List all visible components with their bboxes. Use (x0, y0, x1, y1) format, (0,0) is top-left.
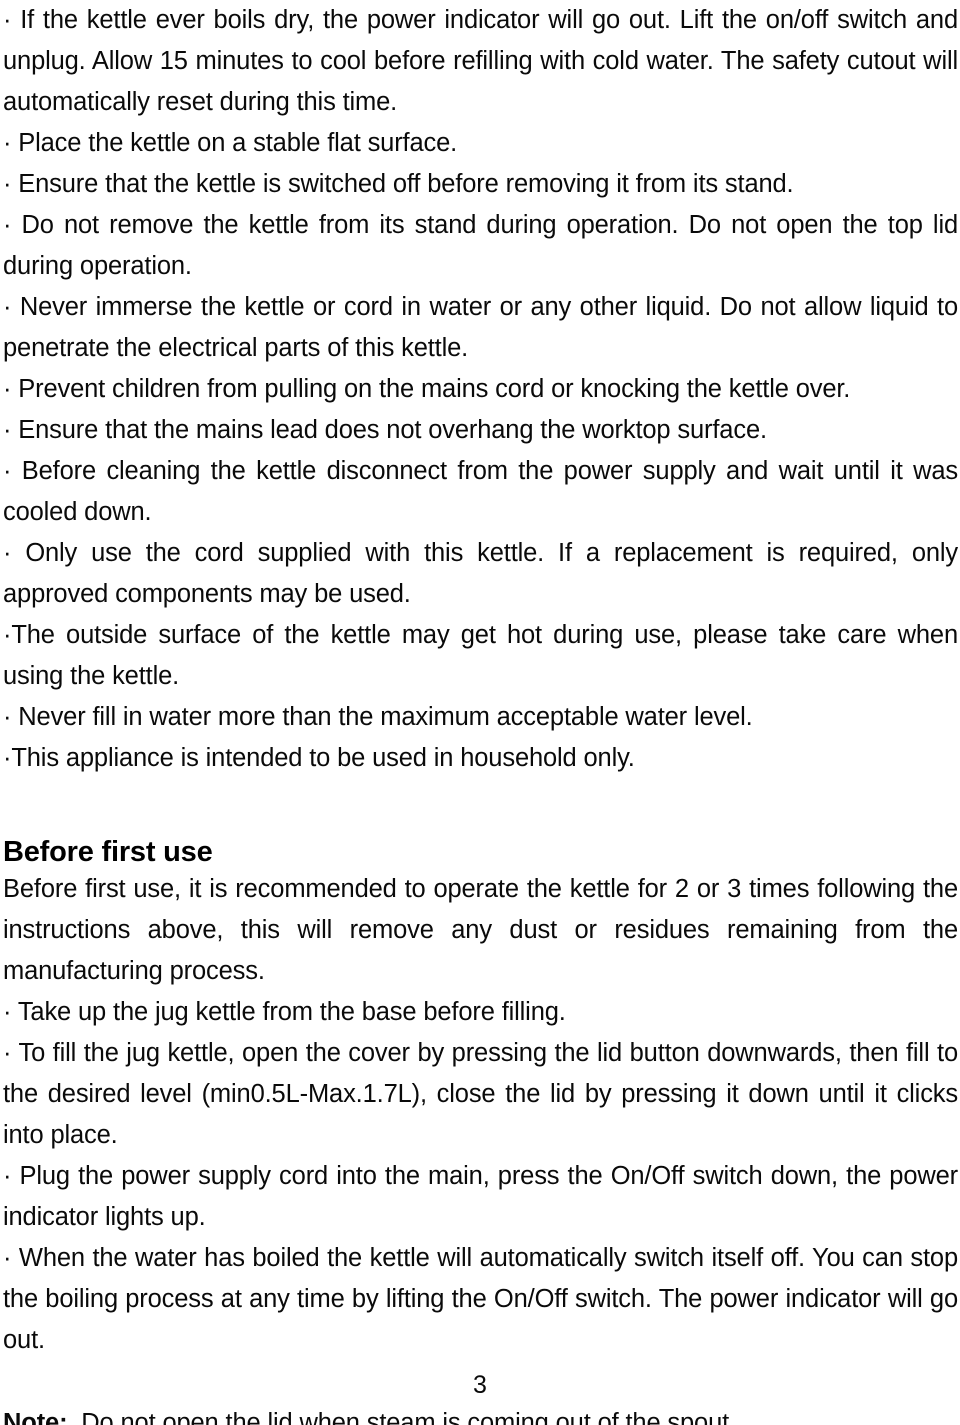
bullet-icon: · (3, 703, 19, 731)
list-item: · Never fill in water more than the maxi… (3, 697, 958, 738)
before-first-use-list: · Take up the jug kettle from the base b… (3, 992, 958, 1361)
list-item: · Prevent children from pulling on the m… (3, 369, 958, 410)
list-item: · Take up the jug kettle from the base b… (3, 992, 958, 1033)
list-item-text: Take up the jug kettle from the base bef… (17, 998, 566, 1026)
list-item-text: If the kettle ever boils dry, the power … (3, 6, 958, 116)
section-intro-paragraph: Before first use, it is recommended to o… (3, 875, 958, 985)
section-heading: Before first use (3, 836, 213, 868)
bullet-icon: · (3, 375, 19, 403)
bullet-icon: · (3, 170, 19, 198)
page-content: · If the kettle ever boils dry, the powe… (3, 0, 958, 1425)
bullet-icon: · (3, 293, 20, 321)
list-item-text: To fill the jug kettle, open the cover b… (3, 1039, 958, 1149)
document-page: · If the kettle ever boils dry, the powe… (0, 0, 960, 1425)
bullet-icon: · (3, 211, 22, 239)
bullet-icon: · (3, 416, 19, 444)
list-item-text: When the water has boiled the kettle wil… (3, 1244, 958, 1354)
bullet-icon: · (3, 6, 21, 34)
note-text: Do not open the lid when steam is coming… (81, 1409, 736, 1425)
list-item-text: Ensure that the mains lead does not over… (18, 416, 767, 444)
list-item: ·This appliance is intended to be used i… (3, 738, 958, 779)
bullet-icon: · (3, 1162, 20, 1190)
list-item-text: Do not remove the kettle from its stand … (3, 211, 958, 280)
list-item: · Ensure that the kettle is switched off… (3, 164, 958, 205)
list-item: · Plug the power supply cord into the ma… (3, 1156, 958, 1238)
list-item-text: This appliance is intended to be used in… (11, 744, 635, 772)
bullet-icon: · (3, 998, 18, 1026)
list-item: · Before cleaning the kettle disconnect … (3, 451, 958, 533)
bullet-icon: · (3, 457, 22, 485)
list-item: · Ensure that the mains lead does not ov… (3, 410, 958, 451)
list-item: · Never immerse the kettle or cord in wa… (3, 287, 958, 369)
list-item-text: Before cleaning the kettle disconnect fr… (3, 457, 958, 526)
list-item: ·The outside surface of the kettle may g… (3, 615, 958, 697)
page-number: 3 (473, 1371, 487, 1399)
list-item-text: Plug the power supply cord into the main… (3, 1162, 958, 1231)
list-item: · When the water has boiled the kettle w… (3, 1238, 958, 1361)
list-item: · To fill the jug kettle, open the cover… (3, 1033, 958, 1156)
list-item-text: Never fill in water more than the maximu… (18, 703, 753, 731)
list-item: · Only use the cord supplied with this k… (3, 533, 958, 615)
list-item-text: Place the kettle on a stable flat surfac… (18, 129, 458, 157)
bullet-icon: · (3, 539, 26, 567)
before-first-use-section: Before first use Before first use, it is… (3, 835, 958, 1425)
bullet-icon: · (3, 1244, 19, 1272)
list-item-text: Ensure that the kettle is switched off b… (18, 170, 794, 198)
list-item: · Place the kettle on a stable flat surf… (3, 123, 958, 164)
list-item: · If the kettle ever boils dry, the powe… (3, 0, 958, 123)
safety-warnings-list: · If the kettle ever boils dry, the powe… (3, 0, 958, 779)
bullet-icon: · (3, 1039, 19, 1067)
list-item-text: Prevent children from pulling on the mai… (18, 375, 851, 403)
list-item-text: The outside surface of the kettle may ge… (3, 621, 958, 690)
list-item: · Do not remove the kettle from its stan… (3, 205, 958, 287)
note-label: Note: (3, 1409, 82, 1425)
list-item-text: Only use the cord supplied with this ket… (3, 539, 959, 608)
list-item-text: Never immerse the kettle or cord in wate… (3, 293, 959, 362)
bullet-icon: · (3, 129, 19, 157)
note-paragraph: Note: Do not open the lid when steam is … (3, 1403, 958, 1425)
